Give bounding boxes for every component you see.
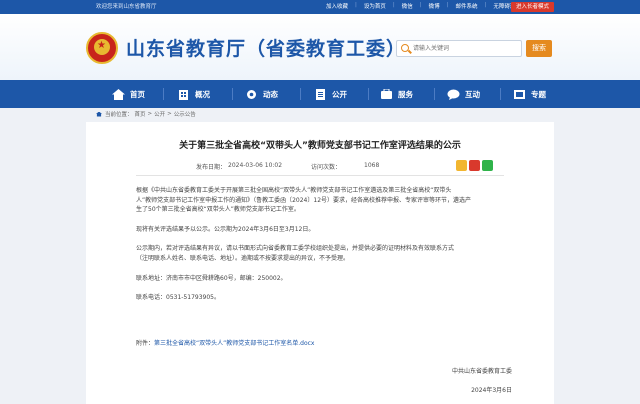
nav-item-news[interactable]: 动态 — [245, 80, 278, 108]
nav-item-home[interactable]: 首页 — [112, 80, 145, 108]
gear-icon — [247, 89, 256, 99]
weibo-link[interactable]: 微博 — [429, 2, 440, 10]
article-meta: 发布日期： 2024-03-06 10:02 访问次数： 1068 — [86, 160, 554, 176]
nav-label-public: 公开 — [332, 89, 347, 99]
topic-icon — [514, 89, 525, 99]
signature-date: 2024年3月6日 — [471, 387, 512, 394]
attachment-link[interactable]: 第三批全省高校“双带头人”教师党支部书记工作室名单.docx — [154, 340, 314, 347]
nav-label-service: 服务 — [398, 89, 413, 99]
search-button[interactable]: 搜索 — [526, 40, 552, 57]
publish-date: 2024-03-06 10:02 — [228, 162, 283, 169]
views-count: 1068 — [364, 162, 380, 169]
wechat-share-icon[interactable] — [482, 160, 493, 171]
contact-address: 联系地址：济南市市中区舜耕路60号，邮编：250002。 — [136, 275, 287, 282]
nav-item-topics[interactable]: 专题 — [513, 80, 546, 108]
site-header: ★ 山东省教育厅（省委教育工委） 搜索 — [0, 14, 640, 80]
building-icon — [179, 89, 188, 100]
search-icon — [401, 44, 409, 52]
breadcrumb: 当前位置： 首页 > 公开 > 公示公告 — [96, 110, 198, 118]
views-label: 访问次数： — [311, 164, 342, 171]
home-icon — [112, 88, 125, 100]
top-links: 加入收藏 | 设为首页 | 微信 | 微博 | 邮件系统 | 无障碍浏览 — [326, 2, 521, 10]
wechat-link[interactable]: 微信 — [402, 2, 413, 10]
nav-label-overview: 概况 — [195, 89, 210, 99]
site-title[interactable]: 山东省教育厅（省委教育工委） — [126, 34, 406, 61]
nav-item-service[interactable]: 服务 — [380, 80, 413, 108]
paragraph-2: 现将有关评选结果予以公示。公示期为2024年3月6日至3月12日。 — [136, 226, 315, 233]
breadcrumb-home[interactable]: 首页 — [135, 110, 146, 118]
nav-label-interact: 互动 — [465, 89, 480, 99]
email-system-link[interactable]: 邮件系统 — [456, 2, 478, 10]
signature-org: 中共山东省委教育工委 — [451, 368, 512, 375]
favorite-share-icon[interactable] — [456, 160, 467, 171]
paragraph-3: 公示期内，若对评选结果有异议，请以书面形式向省委教育工委学校组织处提出，并提供必… — [136, 245, 455, 262]
weibo-share-icon[interactable] — [469, 160, 480, 171]
set-homepage-link[interactable]: 设为首页 — [364, 2, 386, 10]
nav-label-home: 首页 — [130, 89, 145, 99]
publish-date-label: 发布日期： — [196, 164, 227, 171]
service-icon — [381, 88, 392, 99]
breadcrumb-notices[interactable]: 公示公告 — [174, 110, 196, 118]
contact-phone: 联系电话：0531-51793905。 — [136, 294, 220, 301]
national-emblem-logo[interactable]: ★ — [86, 32, 118, 64]
nav-label-news: 动态 — [263, 89, 278, 99]
nav-item-overview[interactable]: 概况 — [177, 80, 210, 108]
paragraph-1: 根据《中共山东省委教育工委关于开展第三批全国高校“双带头人”教师党支部书记工作室… — [136, 187, 472, 213]
elder-mode-button[interactable]: 进入长者模式 — [511, 2, 554, 12]
nav-item-public[interactable]: 公开 — [314, 80, 347, 108]
breadcrumb-prefix: 当前位置： — [105, 112, 133, 118]
add-favorite-link[interactable]: 加入收藏 — [326, 2, 348, 10]
top-bar: 欢迎您来到山东省教育厅 加入收藏 | 设为首页 | 微信 | 微博 | 邮件系统 | 无障… — [0, 0, 640, 14]
main-nav: 首页 概况 动态 公开 服务 互动 专题 — [0, 80, 640, 108]
chat-icon — [447, 89, 460, 100]
document-icon — [316, 88, 325, 100]
nav-label-topics: 专题 — [531, 89, 546, 99]
nav-item-interact[interactable]: 互动 — [447, 80, 480, 108]
article-panel: 关于第三批全省高校“双带头人”教师党支部书记工作室评选结果的公示 发布日期： 2… — [86, 122, 554, 404]
article-title: 关于第三批全省高校“双带头人”教师党支部书记工作室评选结果的公示 — [179, 141, 461, 151]
attachment-label: 附件： — [136, 340, 155, 347]
breadcrumb-public[interactable]: 公开 — [154, 110, 165, 118]
attachment-row: 附件：第三批全省高校“双带头人”教师党支部书记工作室名单.docx — [136, 339, 506, 349]
welcome-text: 欢迎您来到山东省教育厅 — [96, 4, 157, 10]
search-input[interactable] — [413, 43, 517, 55]
home-icon — [96, 111, 102, 117]
search-box — [396, 40, 522, 57]
